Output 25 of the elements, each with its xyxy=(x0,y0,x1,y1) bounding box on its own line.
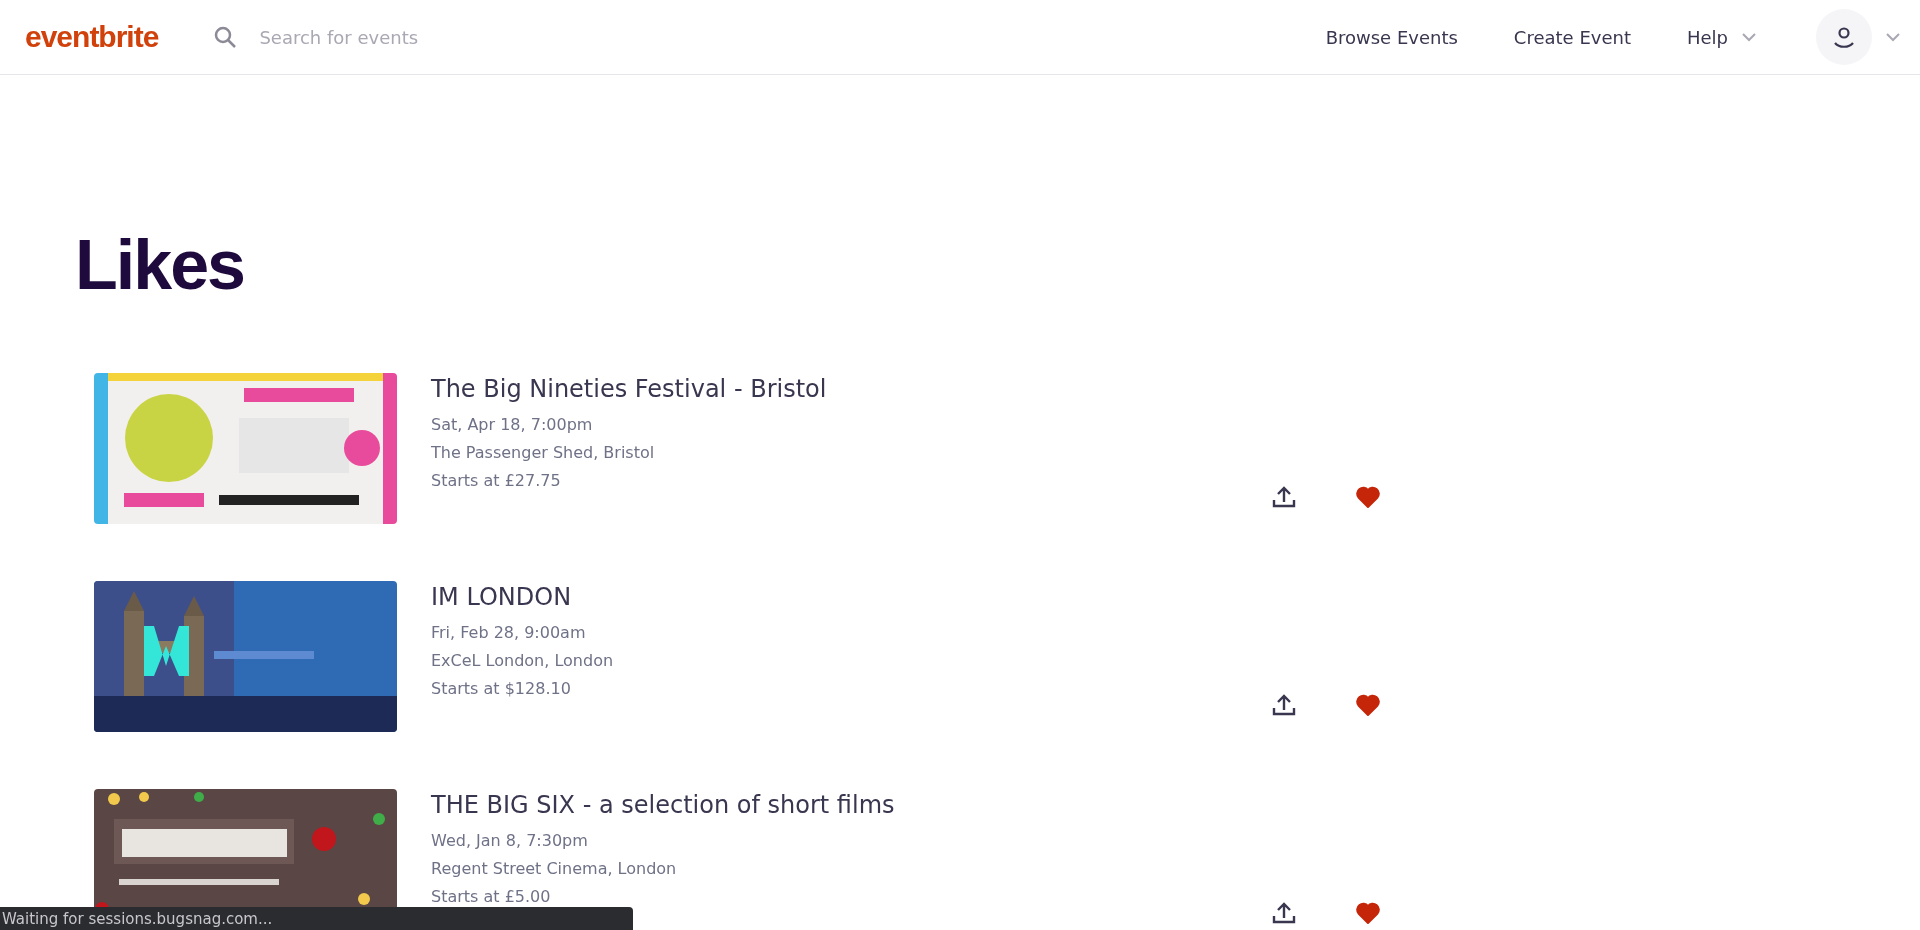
event-venue: Regent Street Cinema, London xyxy=(431,858,678,880)
help-menu[interactable]: Help xyxy=(1686,26,1756,48)
event-venue: The Passenger Shed, Bristol xyxy=(431,442,656,464)
share-icon xyxy=(1272,900,1296,924)
event-price: Starts at £5.00 xyxy=(431,886,552,908)
search-icon xyxy=(213,25,238,49)
user-icon xyxy=(1832,25,1856,49)
share-icon xyxy=(1272,484,1296,508)
event-title[interactable]: THE BIG SIX - a selection of short films xyxy=(431,791,1268,819)
nav-link[interactable]: Create Event xyxy=(1513,26,1631,48)
event-venue: ExCeL London, London xyxy=(431,650,615,672)
event-title[interactable]: The Big Nineties Festival - Bristol xyxy=(431,375,1268,403)
logo[interactable]: eventbrite xyxy=(25,20,159,54)
event-price: Starts at £27.75 xyxy=(431,470,562,492)
event-title[interactable]: IM LONDON xyxy=(431,583,1268,611)
nav-link[interactable]: Browse Events xyxy=(1325,26,1458,48)
chevron-down-icon xyxy=(1742,32,1756,42)
event-date: Fri, Feb 28, 9:00am xyxy=(431,622,587,644)
event-date: Wed, Jan 8, 7:30pm xyxy=(431,830,589,852)
chevron-down-icon xyxy=(1886,32,1900,42)
page-title: Likes xyxy=(75,225,245,305)
status-bar: Waiting for sessions.bugsnag.com... xyxy=(0,907,633,930)
share-icon xyxy=(1272,692,1296,716)
event-date: Sat, Apr 18, 7:00pm xyxy=(431,414,594,436)
event-price: Starts at $128.10 xyxy=(431,678,572,700)
